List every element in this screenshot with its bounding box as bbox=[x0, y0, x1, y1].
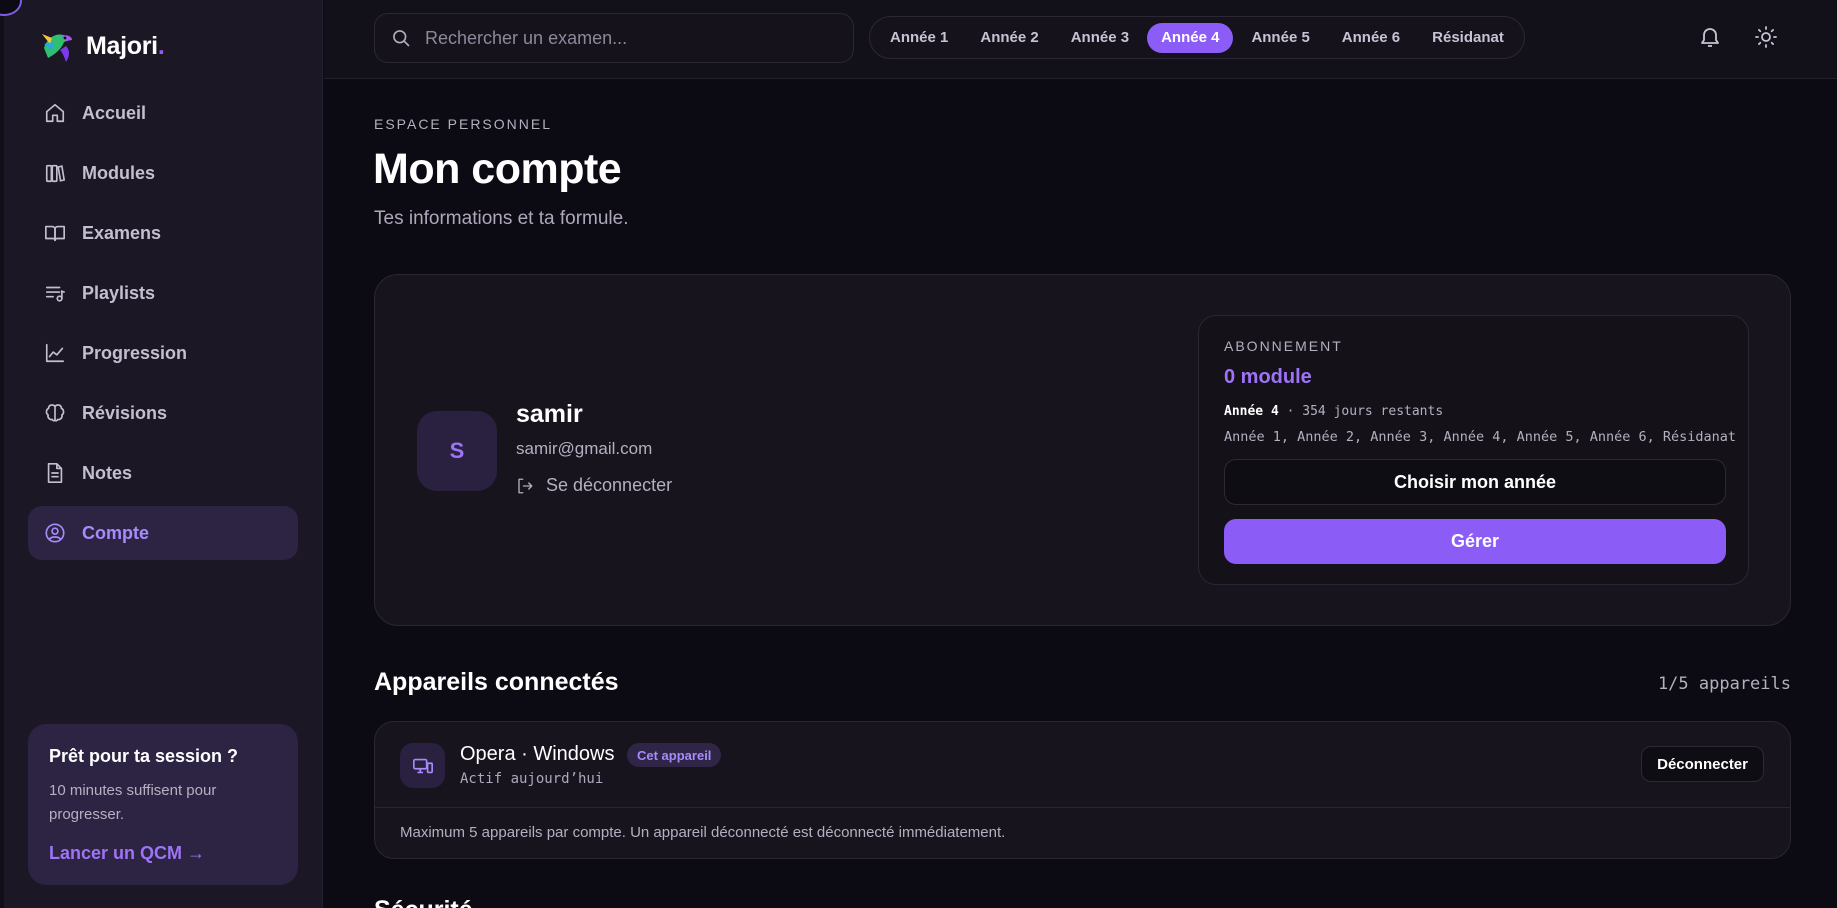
devices-note: Maximum 5 appareils par compte. Un appar… bbox=[400, 824, 1006, 841]
sidebar-item-label: Playlists bbox=[82, 282, 156, 303]
year-pill-annee-2[interactable]: Année 2 bbox=[966, 23, 1052, 53]
devices-card: Opera · Windows Cet appareil Actif aujou… bbox=[374, 721, 1791, 859]
subscription-panel: ABONNEMENT 0 module Année 4 · 354 jours … bbox=[1198, 315, 1749, 585]
sidebar-item-progression[interactable]: Progression bbox=[28, 326, 298, 380]
sidebar-item-modules[interactable]: Modules bbox=[28, 146, 298, 200]
sidebar-item-examens[interactable]: Examens bbox=[28, 206, 298, 260]
books-icon bbox=[45, 164, 66, 183]
user-name: samir bbox=[516, 400, 583, 428]
year-selector: Année 1 Année 2 Année 3 Année 4 Année 5 … bbox=[869, 16, 1525, 59]
logout-label: Se déconnecter bbox=[546, 475, 673, 495]
subscription-eyebrow: ABONNEMENT bbox=[1224, 338, 1343, 354]
page-eyebrow: ESPACE PERSONNEL bbox=[374, 116, 553, 132]
home-icon bbox=[45, 103, 65, 123]
playlist-icon bbox=[45, 286, 65, 302]
disconnect-device-button[interactable]: Déconnecter bbox=[1641, 746, 1764, 782]
user-email: samir@gmail.com bbox=[516, 439, 653, 458]
chart-line-icon bbox=[45, 343, 65, 363]
account-card: S samir samir@gmail.com Se déconnecter A… bbox=[374, 274, 1791, 626]
current-device-badge: Cet appareil bbox=[627, 743, 722, 767]
avatar: S bbox=[417, 411, 497, 491]
device-status: Actif aujourd’hui bbox=[460, 771, 604, 787]
subscription-year: Année 4 bbox=[1224, 404, 1279, 419]
sidebar-item-label: Modules bbox=[82, 162, 156, 183]
subscription-year-line: Année 4 · 354 jours restants bbox=[1224, 404, 1443, 419]
bell-icon[interactable] bbox=[1698, 25, 1722, 49]
promo-text: 10 minutes suffisent pour progresser. bbox=[49, 782, 217, 823]
theme-toggle-sun-icon[interactable] bbox=[1754, 25, 1778, 49]
sidebar-item-label: Accueil bbox=[82, 102, 147, 123]
subscription-modules: 0 module bbox=[1224, 366, 1312, 388]
parrot-logo-icon bbox=[42, 34, 72, 62]
logout-button[interactable]: Se déconnecter bbox=[516, 475, 672, 496]
subscription-years-list: Année 1, Année 2, Année 3, Année 4, Anné… bbox=[1224, 429, 1737, 445]
sidebar-nav: Accueil Modules Examens Playlists Progre… bbox=[28, 86, 298, 566]
topbar: Année 1 Année 2 Année 3 Année 4 Année 5 … bbox=[324, 0, 1837, 79]
devices-icon bbox=[400, 743, 445, 788]
sidebar-item-label: Compte bbox=[82, 522, 149, 543]
sidebar-item-accueil[interactable]: Accueil bbox=[28, 86, 298, 140]
devices-section-title: Appareils connectés bbox=[374, 668, 619, 696]
brand-logo[interactable]: Majori. bbox=[40, 28, 165, 64]
sidebar-item-label: Révisions bbox=[82, 402, 168, 423]
search-input[interactable] bbox=[425, 27, 825, 49]
sidebar-item-playlists[interactable]: Playlists bbox=[28, 266, 298, 320]
book-open-icon bbox=[45, 225, 65, 242]
year-pill-annee-4[interactable]: Année 4 bbox=[1147, 22, 1234, 53]
page-subtitle: Tes informations et ta formule. bbox=[374, 208, 629, 229]
sidebar-item-revisions[interactable]: Révisions bbox=[28, 386, 298, 440]
window-corner-indicator bbox=[0, 0, 22, 16]
sidebar-item-label: Examens bbox=[82, 222, 162, 243]
logout-icon bbox=[518, 478, 533, 493]
sidebar-item-label: Progression bbox=[82, 342, 188, 363]
sidebar-item-compte[interactable]: Compte bbox=[28, 506, 298, 560]
promo-title: Prêt pour ta session ? bbox=[49, 746, 239, 766]
brand-name: Majori bbox=[86, 31, 158, 60]
devices-count: 1/5 appareils bbox=[1657, 674, 1791, 694]
promo-card: Prêt pour ta session ? 10 minutes suffis… bbox=[28, 724, 298, 885]
year-pill-annee-5[interactable]: Année 5 bbox=[1237, 23, 1323, 53]
security-section-title: Sécurité bbox=[374, 896, 473, 908]
device-name: Opera · Windows bbox=[460, 743, 615, 765]
sidebar-item-notes[interactable]: Notes bbox=[28, 446, 298, 500]
year-pill-residanat[interactable]: Résidanat bbox=[1418, 23, 1518, 53]
page-title: Mon compte bbox=[373, 145, 622, 193]
year-pill-annee-3[interactable]: Année 3 bbox=[1057, 23, 1143, 53]
user-circle-icon bbox=[45, 523, 65, 543]
search-icon bbox=[393, 30, 410, 47]
year-pill-annee-6[interactable]: Année 6 bbox=[1328, 23, 1414, 53]
sidebar: Majori. Accueil Modules Examens Playlist… bbox=[0, 0, 323, 908]
manage-subscription-button[interactable]: Gérer bbox=[1224, 519, 1726, 564]
brain-icon bbox=[45, 404, 65, 422]
start-qcm-link[interactable]: Lancer un QCM → bbox=[49, 843, 277, 864]
search-box[interactable] bbox=[374, 13, 854, 63]
note-icon bbox=[47, 463, 63, 483]
choose-year-button[interactable]: Choisir mon année bbox=[1224, 459, 1726, 505]
device-row: Opera · Windows Cet appareil Actif aujou… bbox=[375, 722, 1790, 808]
year-pill-annee-1[interactable]: Année 1 bbox=[876, 23, 962, 53]
subscription-remaining: · 354 jours restants bbox=[1286, 404, 1444, 419]
sidebar-item-label: Notes bbox=[82, 462, 133, 483]
